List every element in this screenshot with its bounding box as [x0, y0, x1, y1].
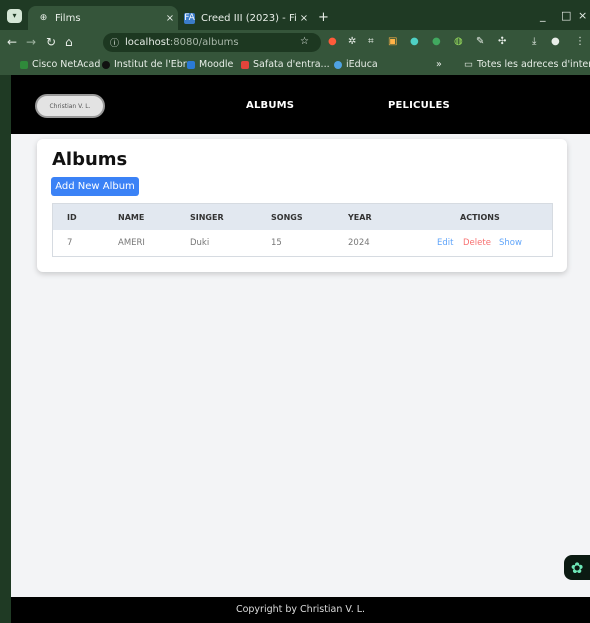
extension-green-icon[interactable]: ● [432, 36, 441, 48]
url-path: :8080/albums [169, 37, 239, 48]
bookmark-item[interactable]: Cisco NetAcad [20, 59, 100, 70]
globe-icon: ⊕ [39, 13, 48, 23]
bookmark-label: Institut de l'Ebre [114, 59, 193, 70]
home-icon[interactable]: ⌂ [65, 35, 73, 49]
bookmark-item[interactable]: Institut de l'Ebre [102, 59, 192, 70]
download-icon[interactable]: ⤓ [532, 36, 536, 48]
tab-films[interactable]: ⊕ Films × [28, 6, 178, 30]
bookmarks-bar: Cisco NetAcad Institut de l'Ebre Moodle … [0, 55, 590, 75]
ieduca-icon [334, 60, 342, 69]
tab-title: Creed III (2023) - FilmAff [201, 12, 296, 24]
cell-name: AMERI [118, 238, 145, 248]
cell-singer: Duki [190, 238, 210, 248]
albums-card: Albums Add New Album ID NAME SINGER SONG… [37, 139, 567, 272]
column-header-actions: ACTIONS [460, 213, 500, 222]
page-title: Albums [52, 149, 128, 170]
netacad-icon [20, 60, 28, 69]
cell-id: 7 [67, 238, 73, 248]
delete-link[interactable]: Delete [463, 238, 491, 248]
add-new-album-button[interactable]: Add New Album [51, 177, 139, 196]
folder-icon: ▭ [464, 59, 473, 70]
tab-search-icon[interactable]: ▾ [7, 9, 22, 23]
edit-link[interactable]: Edit [437, 238, 453, 248]
url-host: localhost [125, 37, 170, 48]
browser-tab-bar: ▾ ⊕ Films × FA Creed III (2023) - FilmAf… [0, 0, 590, 30]
site-header: Christian V. L. ALBUMS PELICULES [11, 75, 590, 134]
site-footer: Copyright by Christian V. L. [11, 597, 590, 623]
cell-songs: 15 [271, 238, 282, 248]
extension-gear-icon[interactable]: ✲ [348, 36, 356, 48]
close-icon[interactable]: × [162, 13, 178, 24]
bookmark-label: Totes les adreces d'interès [476, 59, 590, 70]
tab-title: Films [55, 12, 81, 24]
forward-arrow-icon[interactable]: → [26, 35, 36, 49]
back-arrow-icon[interactable]: ← [7, 35, 17, 49]
bookmark-label: iEduca [346, 59, 378, 70]
nav-pelicules[interactable]: PELICULES [388, 100, 450, 111]
site-info-icon[interactable]: ⓘ [110, 36, 119, 49]
bookmark-label: Moodle [199, 59, 234, 70]
extension-pen-icon[interactable]: ✎ [476, 36, 484, 48]
show-link[interactable]: Show [499, 238, 522, 248]
maximize-button[interactable]: □ [561, 9, 571, 22]
assistant-extension-icon[interactable]: ✿ [564, 555, 590, 580]
close-window-button[interactable]: × [578, 9, 587, 22]
bookmark-star-icon[interactable]: ☆ [300, 36, 309, 48]
new-tab-button[interactable]: + [318, 10, 329, 25]
gmail-icon [241, 60, 249, 69]
moodle-icon [187, 60, 195, 69]
bookmark-label: Safata d'entra... [253, 59, 330, 70]
reload-icon[interactable]: ↻ [46, 35, 56, 49]
address-bar[interactable]: ⓘ localhost:8080/albums [103, 33, 321, 52]
user-button[interactable]: Christian V. L. [35, 94, 105, 118]
extension-lime-icon[interactable]: ◍ [454, 36, 463, 48]
bookmark-item[interactable]: Safata d'entra... [241, 59, 330, 70]
page-viewport: Christian V. L. ALBUMS PELICULES Albums … [11, 75, 590, 623]
extension-adblock-icon[interactable]: ● [328, 36, 337, 48]
footer-text: Copyright by Christian V. L. [235, 604, 366, 615]
column-header-singer: SINGER [190, 213, 224, 222]
column-header-year: YEAR [348, 213, 372, 222]
menu-kebab-icon[interactable]: ⋮ [575, 36, 585, 48]
bookmark-label: Cisco NetAcad [32, 59, 101, 70]
close-icon[interactable]: × [296, 13, 312, 24]
extensions-puzzle-icon[interactable]: ✣ [498, 36, 506, 48]
other-bookmarks-folder[interactable]: ▭ Totes les adreces d'interès [464, 59, 590, 70]
tab-filmaffinity[interactable]: FA Creed III (2023) - FilmAff × [180, 6, 312, 30]
albums-table: ID NAME SINGER SONGS YEAR ACTIONS 7 AMER… [52, 203, 553, 257]
institut-icon [102, 60, 110, 69]
column-header-name: NAME [118, 213, 145, 222]
extension-translate-icon[interactable]: ⌗ [368, 36, 374, 48]
cell-year: 2024 [348, 238, 370, 248]
column-header-id: ID [67, 213, 77, 222]
bookmark-item[interactable]: iEduca [334, 59, 378, 70]
browser-toolbar: ← → ↻ ⌂ ⓘ localhost:8080/albums ☆ ● ✲ ⌗ … [0, 30, 590, 55]
extension-teal-icon[interactable]: ● [410, 36, 419, 48]
table-header: ID NAME SINGER SONGS YEAR ACTIONS [53, 204, 552, 230]
filmaffinity-icon: FA [184, 12, 195, 24]
minimize-button[interactable]: _ [540, 9, 546, 22]
user-name: Christian V. L. [49, 102, 91, 110]
nav-albums[interactable]: ALBUMS [246, 100, 294, 111]
extension-off-icon[interactable]: ▣ [388, 36, 397, 48]
bookmark-item[interactable]: Moodle [187, 59, 233, 70]
bookmarks-overflow-button[interactable]: » [436, 59, 442, 70]
profile-avatar-icon[interactable]: ● [551, 36, 560, 48]
chevron-right-icon: » [436, 59, 442, 70]
column-header-songs: SONGS [271, 213, 303, 222]
